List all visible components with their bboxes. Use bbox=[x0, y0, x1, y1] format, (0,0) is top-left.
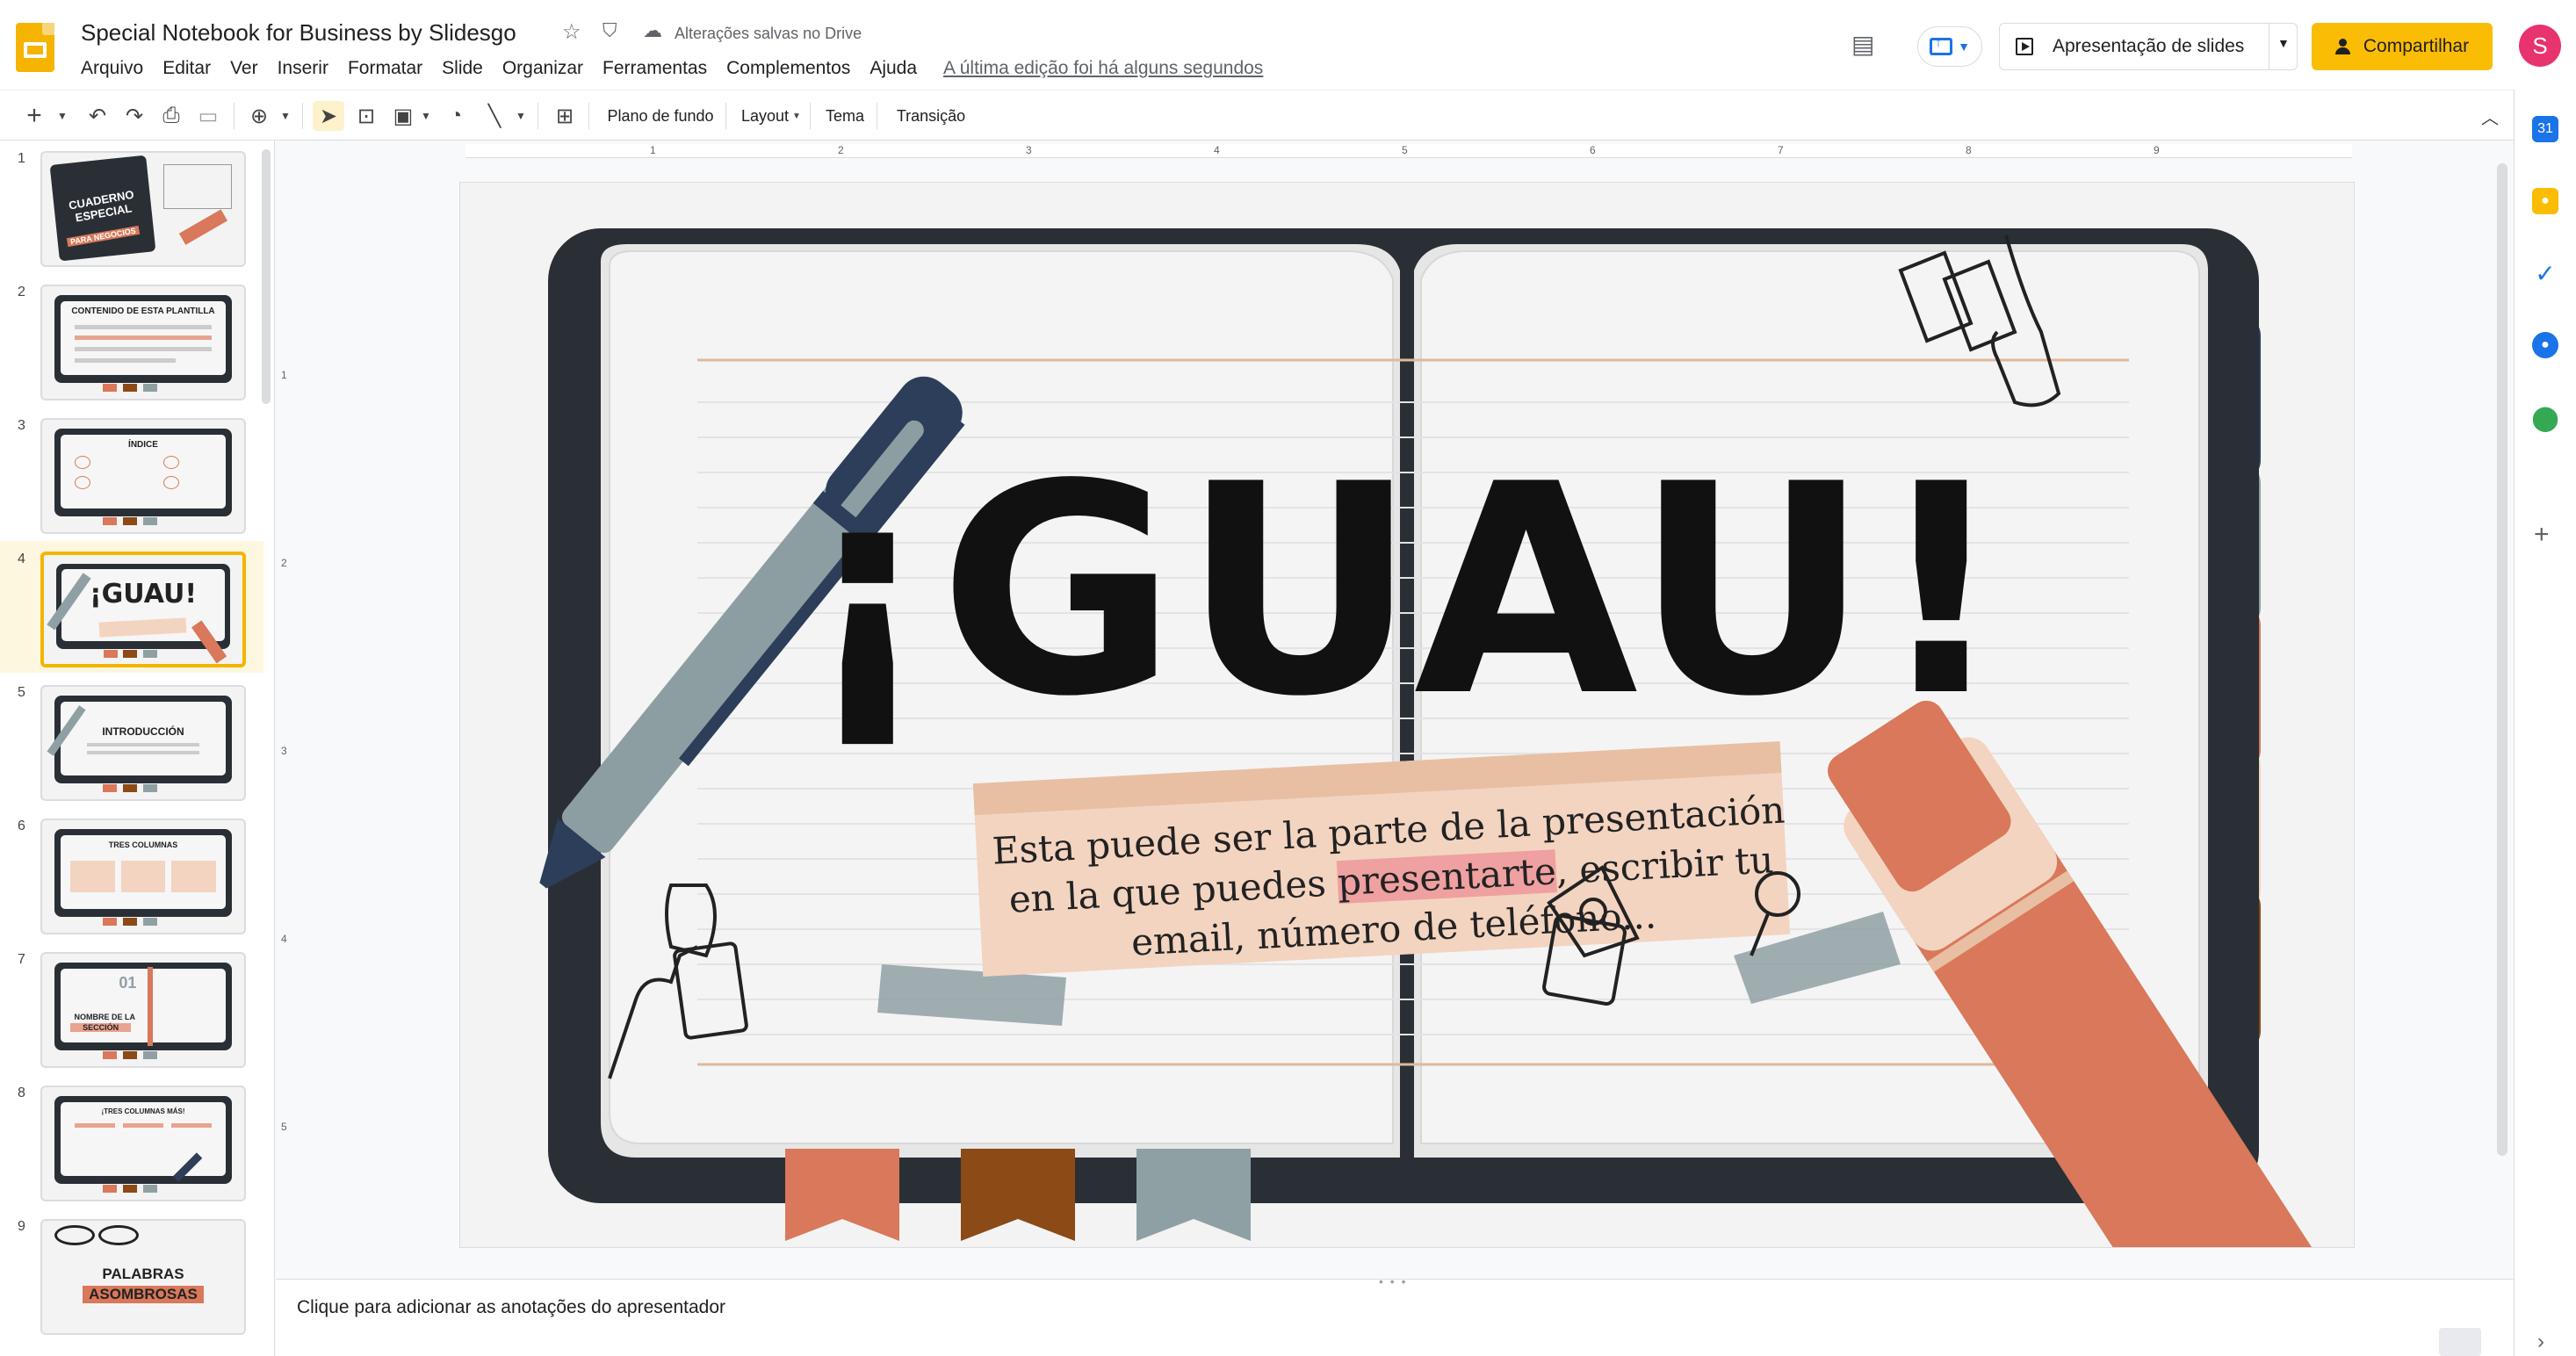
chevron-down-icon: ▼ bbox=[1958, 40, 1970, 54]
paint-format-icon[interactable]: ▭ bbox=[193, 101, 223, 131]
calendar-icon[interactable]: 31 bbox=[2532, 116, 2558, 142]
saved-status[interactable]: Alterações salvas no Drive bbox=[675, 25, 862, 43]
show-side-panel-chevron-icon[interactable]: › bbox=[2537, 1330, 2544, 1354]
speaker-notes-placeholder: Clique para adicionar as anotações do ap… bbox=[297, 1297, 725, 1317]
maps-icon[interactable]: ⬤ bbox=[2531, 404, 2558, 431]
menu-formatar[interactable]: Formatar bbox=[348, 58, 422, 79]
thumbnail-preview: CUADERNO ESPECIAL PARA NEGOCIOS bbox=[40, 151, 246, 267]
zoom-chevron-icon[interactable]: ▼ bbox=[278, 101, 293, 131]
menu-ajuda[interactable]: Ajuda bbox=[869, 58, 917, 79]
thumbnail-preview: ¡GUAU! bbox=[40, 552, 246, 667]
side-panel-rail: 31 ● ✓ ● ⬤ + › bbox=[2514, 90, 2576, 1356]
thumbnail-preview: CONTENIDO DE ESTA PLANTILLA bbox=[40, 285, 246, 400]
slide-thumbnail-5[interactable]: 5 INTRODUCCIÓN bbox=[0, 674, 263, 806]
menu-editar[interactable]: Editar bbox=[162, 58, 211, 79]
last-edit-link[interactable]: A última edição foi há alguns segundos bbox=[943, 58, 1263, 79]
text-box-icon[interactable]: ⊡ bbox=[351, 101, 381, 131]
contacts-icon[interactable]: ● bbox=[2532, 332, 2558, 358]
menu-arquivo[interactable]: Arquivo bbox=[81, 58, 143, 79]
insert-image-icon[interactable]: ▣ bbox=[388, 101, 418, 131]
share-label: Compartilhar bbox=[2363, 36, 2470, 56]
vertical-ruler: 1 2 3 4 5 bbox=[281, 369, 287, 1133]
menu-slide[interactable]: Slide bbox=[442, 58, 483, 79]
line-chevron-icon[interactable]: ▼ bbox=[513, 101, 529, 131]
canvas-scrollbar[interactable] bbox=[2497, 163, 2507, 1156]
cloud-saved-icon[interactable]: ☁ bbox=[643, 19, 662, 42]
layout-chevron-icon[interactable]: ▼ bbox=[790, 101, 803, 131]
explore-button[interactable] bbox=[2439, 1328, 2481, 1356]
slide-canvas[interactable]: ¡GUAU! Esta puede ser la parte de la pre… bbox=[460, 183, 2354, 1247]
print-icon[interactable]: ⎙ bbox=[156, 101, 186, 131]
slideshow-label: Apresentação de slides bbox=[2053, 36, 2245, 56]
slide-thumbnail-2[interactable]: 2 CONTENIDO DE ESTA PLANTILLA bbox=[0, 274, 263, 406]
highlighted-word: presentarte bbox=[1336, 849, 1557, 905]
thumbnail-preview: ÍNDICE bbox=[40, 418, 246, 534]
zoom-icon[interactable]: ⊕ bbox=[244, 101, 274, 131]
thumbnail-preview: PALABRAS ASOMBROSAS bbox=[40, 1219, 246, 1335]
slide-thumbnail-4[interactable]: 4 ¡GUAU! bbox=[0, 541, 263, 673]
thumbnail-preview: 01 NOMBRE DE LA SECCIÓN bbox=[40, 952, 246, 1068]
menu-bar: Arquivo Editar Ver Inserir Formatar Slid… bbox=[81, 58, 1282, 79]
menu-inserir[interactable]: Inserir bbox=[278, 58, 328, 79]
theme-button[interactable]: Tema bbox=[819, 101, 871, 131]
slide-thumbnail-1[interactable]: 1 CUADERNO ESPECIAL PARA NEGOCIOS bbox=[0, 141, 263, 272]
thumbnail-preview: INTRODUCCIÓN bbox=[40, 685, 246, 801]
collapse-toolbar-chevron-icon[interactable]: ︿ bbox=[2475, 101, 2505, 131]
slide-thumbnail-9[interactable]: 9 PALABRAS ASOMBROSAS bbox=[0, 1208, 263, 1340]
layout-button[interactable]: Layout bbox=[734, 101, 796, 131]
background-button[interactable]: Plano de fundo bbox=[599, 101, 722, 131]
get-addons-plus-icon[interactable]: + bbox=[2534, 520, 2550, 550]
document-title[interactable]: Special Notebook for Business by Slidesg… bbox=[81, 19, 516, 47]
menu-organizar[interactable]: Organizar bbox=[502, 58, 583, 79]
slide-thumbnail-3[interactable]: 3 ÍNDICE bbox=[0, 408, 263, 539]
redo-icon[interactable]: ↷ bbox=[119, 101, 149, 131]
thumbnail-preview: TRES COLUMNAS bbox=[40, 819, 246, 934]
slideshow-options-chevron-icon[interactable]: ▼ bbox=[2277, 36, 2290, 50]
toolbar: + ▼ ↶ ↷ ⎙ ▭ ⊕ ▼ ➤ ⊡ ▣ ▼ ◔ ╲ ▼ ⊞ Plano de… bbox=[0, 90, 2514, 141]
slideshow-button[interactable]: Apresentação de slides ▼ bbox=[1999, 23, 2298, 70]
keep-icon[interactable]: ● bbox=[2532, 188, 2558, 214]
thumbnail-preview: ¡TRES COLUMNAS MÁS! bbox=[40, 1086, 246, 1201]
tasks-icon[interactable]: ✓ bbox=[2532, 260, 2558, 287]
select-cursor-icon[interactable]: ➤ bbox=[313, 101, 344, 131]
speaker-notes-panel[interactable]: • • • Clique para adicionar as anotações… bbox=[276, 1274, 2514, 1356]
slides-logo-icon[interactable] bbox=[16, 23, 54, 72]
move-to-folder-icon[interactable]: ⛉ bbox=[603, 19, 617, 42]
person-add-icon bbox=[2334, 39, 2355, 54]
share-button[interactable]: Compartilhar bbox=[2312, 23, 2493, 70]
add-comment-icon[interactable]: ⊞ bbox=[550, 101, 580, 131]
undo-icon[interactable]: ↶ bbox=[83, 101, 112, 131]
slide-thumbnail-7[interactable]: 7 01 NOMBRE DE LA SECCIÓN bbox=[0, 941, 263, 1073]
slide-title[interactable]: ¡GUAU! bbox=[460, 446, 2354, 736]
account-avatar[interactable]: S bbox=[2519, 25, 2561, 67]
new-slide-layout-chevron-icon[interactable]: ▼ bbox=[54, 101, 70, 131]
menu-ferramentas[interactable]: Ferramentas bbox=[603, 58, 707, 79]
present-to-meeting-button[interactable]: ▼ bbox=[1917, 26, 1982, 67]
shape-icon[interactable]: ◔ bbox=[441, 101, 471, 131]
menu-complementos[interactable]: Complementos bbox=[726, 58, 850, 79]
line-icon[interactable]: ╲ bbox=[480, 101, 509, 131]
slide-thumbnail-8[interactable]: 8 ¡TRES COLUMNAS MÁS! bbox=[0, 1075, 263, 1207]
play-icon bbox=[2016, 38, 2033, 55]
transition-button[interactable]: Transição bbox=[885, 101, 977, 131]
slide-thumbnail-6[interactable]: 6 TRES COLUMNAS bbox=[0, 808, 263, 940]
image-chevron-icon[interactable]: ▼ bbox=[418, 101, 434, 131]
present-screen-icon bbox=[1930, 35, 1953, 55]
slide-filmstrip: 1 CUADERNO ESPECIAL PARA NEGOCIOS 2 CONT… bbox=[0, 141, 275, 1356]
new-slide-plus-icon[interactable]: + bbox=[21, 101, 47, 131]
horizontal-ruler: 1 2 3 4 5 6 7 8 9 bbox=[465, 144, 2352, 158]
resize-handle[interactable]: • • • bbox=[1379, 1274, 1407, 1288]
menu-ver[interactable]: Ver bbox=[230, 58, 258, 79]
star-icon[interactable]: ☆ bbox=[562, 19, 581, 45]
comment-history-icon[interactable]: ▤ bbox=[1851, 30, 1874, 59]
app-header: Special Notebook for Business by Slidesg… bbox=[0, 0, 2576, 90]
